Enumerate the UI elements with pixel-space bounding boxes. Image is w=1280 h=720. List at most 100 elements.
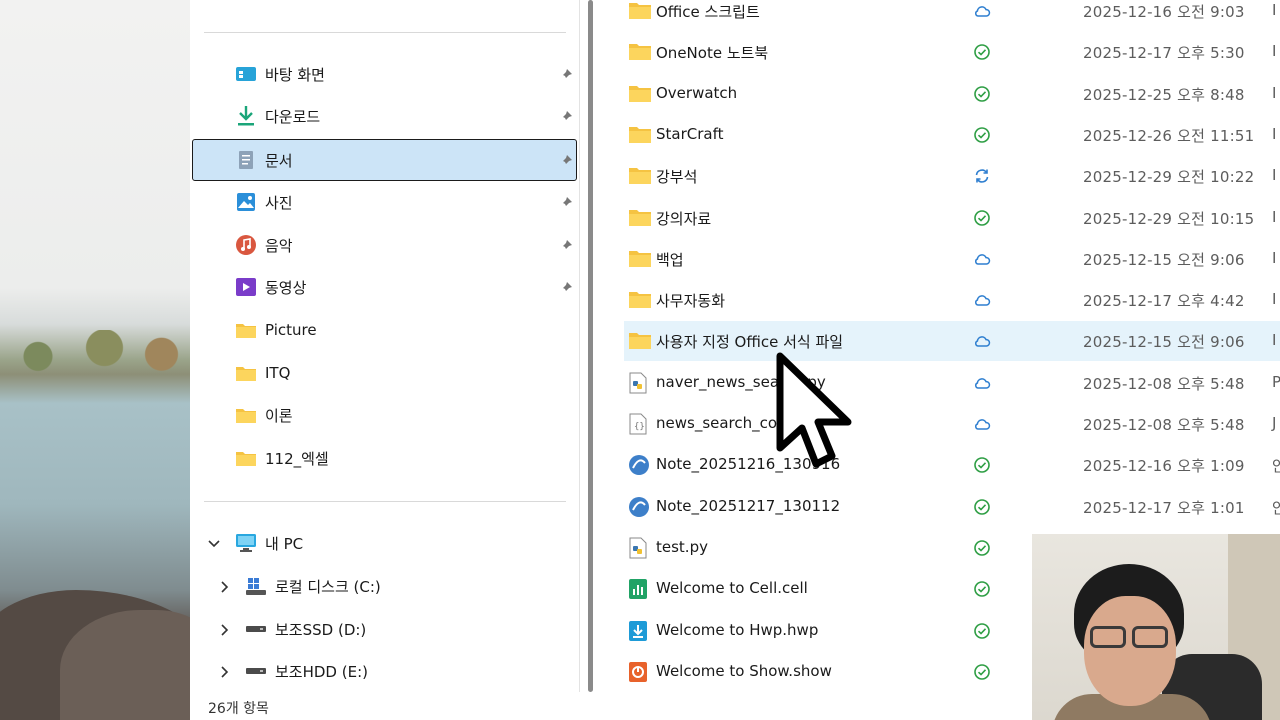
nav-item-excel-folder[interactable]: 112_엑셀: [192, 437, 577, 479]
file-name: Note_20251217_130112: [656, 496, 841, 515]
sync-check-icon: [973, 43, 991, 61]
python-file-icon: [628, 537, 652, 559]
file-type: I: [1272, 248, 1277, 267]
file-row[interactable]: Note_20251216_130916 2025-12-16 오후 1:09 안: [624, 445, 1280, 485]
file-modified-date: 2025-12-15 오전 9:06: [1083, 250, 1245, 269]
hwp-file-icon: [628, 620, 652, 642]
folder-icon: [235, 404, 257, 426]
nav-item-label: 로컬 디스크 (C:): [275, 577, 381, 596]
cloud-icon: [973, 2, 991, 20]
file-type: I: [1272, 166, 1277, 185]
pin-icon[interactable]: [559, 195, 573, 209]
file-name: 강부석: [656, 168, 698, 187]
pin-icon[interactable]: [559, 67, 573, 81]
file-row[interactable]: 강부석 2025-12-29 오전 10:22 I: [624, 156, 1280, 196]
folder-icon: [628, 124, 652, 146]
file-row[interactable]: {} news_search_con 2025-12-08 오후 5:48 J: [624, 404, 1280, 444]
nav-item-videos[interactable]: 동영상: [192, 266, 577, 308]
wallpaper-trees: [0, 330, 190, 374]
cloud-icon: [973, 250, 991, 268]
file-name: 사무자동화: [656, 292, 726, 311]
cell-file-icon: [628, 578, 652, 600]
computer-icon: [235, 532, 257, 554]
status-bar: 26개 항목: [190, 692, 600, 720]
webcam-person-glasses: [1132, 626, 1168, 648]
nav-item-drive-d[interactable]: 보조SSD (D:): [192, 608, 577, 650]
nav-item-label: 바탕 화면: [265, 65, 325, 84]
file-modified-date: 2025-12-29 오전 10:22: [1083, 168, 1255, 187]
file-modified-date: 2025-12-17 오후 1:01: [1083, 498, 1245, 517]
nav-item-drive-e[interactable]: 보조HDD (E:): [192, 650, 577, 692]
nav-item-this-pc[interactable]: 내 PC: [192, 522, 577, 564]
nav-item-itq-folder[interactable]: ITQ: [192, 352, 577, 394]
chevron-right-icon[interactable]: [217, 579, 231, 593]
folder-icon: [628, 83, 652, 105]
file-name: OneNote 노트북: [656, 44, 769, 63]
nav-scrollbar-thumb[interactable]: [588, 0, 593, 692]
item-count: 26개 항목: [208, 701, 269, 717]
nav-scrollbar[interactable]: [584, 0, 600, 692]
folder-icon: [628, 41, 652, 63]
music-icon: [235, 234, 257, 256]
file-type: 안: [1272, 457, 1280, 476]
file-modified-date: 2025-12-17 오후 4:42: [1083, 292, 1245, 311]
navigation-pane: 바탕 화면 다운로드 문서 사진 음악 동영상 Picture ITQ 이론 1…: [190, 0, 580, 692]
pin-icon[interactable]: [559, 238, 573, 252]
sync-check-icon: [973, 580, 991, 598]
cloud-icon: [973, 291, 991, 309]
nav-item-label: 보조SSD (D:): [275, 620, 367, 639]
folder-icon: [628, 289, 652, 311]
file-type: 안: [1272, 498, 1280, 517]
pin-icon[interactable]: [559, 280, 573, 294]
nav-separator: [204, 32, 566, 33]
sync-check-icon: [973, 456, 991, 474]
nav-item-music[interactable]: 음악: [192, 224, 577, 266]
nav-item-label: ITQ: [265, 364, 291, 382]
nav-item-downloads[interactable]: 다운로드: [192, 95, 577, 137]
nav-item-label: 112_엑셀: [265, 449, 329, 468]
file-type: P: [1272, 372, 1280, 391]
file-row[interactable]: 백업 2025-12-15 오전 9:06 I: [624, 239, 1280, 279]
note-file-icon: [628, 496, 652, 518]
file-row[interactable]: Note_20251217_130112 2025-12-17 오후 1:01 안: [624, 487, 1280, 527]
file-row[interactable]: 사용자 지정 Office 서식 파일 2025-12-15 오전 9:06 I: [624, 321, 1280, 362]
file-row[interactable]: 사무자동화 2025-12-17 오후 4:42 I: [624, 280, 1280, 320]
chevron-right-icon[interactable]: [217, 664, 231, 678]
nav-item-label: 음악: [265, 236, 293, 255]
note-file-icon: [628, 454, 652, 476]
sync-check-icon: [973, 622, 991, 640]
file-row[interactable]: StarCraft 2025-12-26 오전 11:51 I: [624, 115, 1280, 155]
webcam-person-glasses: [1090, 626, 1126, 648]
sync-check-icon: [973, 85, 991, 103]
pin-icon[interactable]: [559, 153, 573, 167]
nav-item-picture-folder[interactable]: Picture: [192, 309, 577, 351]
download-icon: [235, 105, 257, 127]
nav-item-desktop[interactable]: 바탕 화면: [192, 53, 577, 95]
folder-icon: [628, 248, 652, 270]
svg-text:{}: {}: [634, 422, 645, 432]
chevron-right-icon[interactable]: [217, 622, 231, 636]
file-type: I: [1272, 290, 1277, 309]
file-name: Overwatch: [656, 83, 738, 102]
file-row[interactable]: OneNote 노트북 2025-12-17 오후 5:30 I: [624, 32, 1280, 72]
file-row[interactable]: 강의자료 2025-12-29 오전 10:15 I: [624, 198, 1280, 238]
file-row[interactable]: naver_news_search.py 2025-12-08 오후 5:48 P: [624, 363, 1280, 403]
pin-icon[interactable]: [559, 109, 573, 123]
nav-item-pictures[interactable]: 사진: [192, 181, 577, 223]
nav-item-drive-c[interactable]: 로컬 디스크 (C:): [192, 565, 577, 607]
file-row[interactable]: Overwatch 2025-12-25 오후 8:48 I: [624, 74, 1280, 114]
file-name: 사용자 지정 Office 서식 파일: [656, 333, 844, 352]
file-type: I: [1272, 1, 1277, 19]
file-type: I: [1272, 124, 1277, 143]
file-name: Office 스크립트: [656, 3, 760, 21]
file-modified-date: 2025-12-17 오후 5:30: [1083, 44, 1245, 63]
file-type: I: [1272, 331, 1277, 350]
nav-item-documents[interactable]: 문서: [192, 139, 577, 181]
file-row[interactable]: Office 스크립트 2025-12-16 오전 9:03 I: [624, 0, 1280, 31]
nav-item-label: 사진: [265, 193, 293, 212]
nav-item-label: Picture: [265, 321, 317, 339]
nav-item-theory-folder[interactable]: 이론: [192, 394, 577, 436]
chevron-down-icon[interactable]: [207, 536, 221, 550]
file-modified-date: 2025-12-25 오후 8:48: [1083, 85, 1245, 104]
file-name: test.py: [656, 537, 708, 556]
